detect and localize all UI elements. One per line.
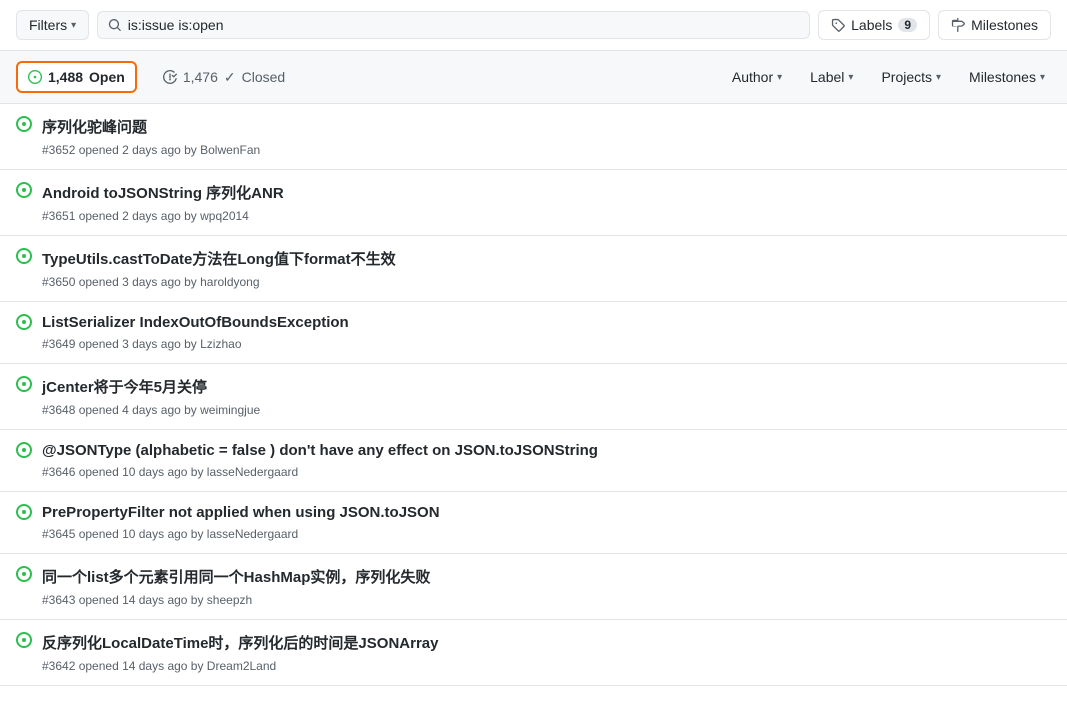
issue-title[interactable]: ListSerializer IndexOutOfBoundsException — [42, 314, 1051, 331]
issue-meta: #3643 opened 14 days ago by sheepzh — [42, 593, 252, 607]
projects-label: Projects — [881, 69, 932, 85]
tag-icon — [831, 18, 845, 32]
issue-title[interactable]: TypeUtils.castToDate方法在Long值下format不生效 — [42, 248, 1051, 269]
closed-issues-button[interactable]: 1,476 ✓ Closed — [153, 63, 295, 92]
table-row: @JSONType (alphabetic = false ) don't ha… — [0, 430, 1067, 492]
issue-meta: #3651 opened 2 days ago by wpq2014 — [42, 209, 249, 223]
issue-meta: #3648 opened 4 days ago by weimingjue — [42, 403, 260, 417]
issue-content: 序列化驼峰问题 #3652 opened 2 days ago by Bolwe… — [42, 116, 1051, 157]
toolbar: Filters ▾ Labels 9 Milestones — [0, 0, 1067, 51]
issue-meta: #3642 opened 14 days ago by Dream2Land — [42, 659, 276, 673]
open-issues-button[interactable]: 1,488 Open — [16, 61, 137, 93]
open-label: Open — [89, 69, 125, 85]
milestones-dropdown[interactable]: Milestones ▾ — [963, 65, 1051, 89]
closed-count: 1,476 — [183, 69, 218, 85]
issue-title[interactable]: 序列化驼峰问题 — [42, 116, 1051, 137]
issue-content: Android toJSONString 序列化ANR #3651 opened… — [42, 182, 1051, 223]
author-chevron-icon: ▾ — [777, 72, 782, 83]
label-label: Label — [810, 69, 844, 85]
open-issue-status-icon — [16, 504, 32, 520]
issue-title[interactable]: 反序列化LocalDateTime时，序列化后的时间是JSONArray — [42, 632, 1051, 653]
table-row: jCenter将于今年5月关停 #3648 opened 4 days ago … — [0, 364, 1067, 430]
milestone-icon — [951, 18, 965, 32]
open-issue-status-icon — [16, 248, 32, 264]
open-issue-status-icon — [16, 632, 32, 648]
search-bar — [97, 11, 810, 39]
issue-title[interactable]: Android toJSONString 序列化ANR — [42, 182, 1051, 203]
issues-header-left: 1,488 Open 1,476 ✓ Closed — [16, 61, 726, 93]
milestones-button[interactable]: Milestones — [938, 10, 1051, 40]
issues-header: 1,488 Open 1,476 ✓ Closed Author ▾ Label… — [0, 51, 1067, 104]
issue-title[interactable]: @JSONType (alphabetic = false ) don't ha… — [42, 442, 1051, 459]
issue-meta: #3650 opened 3 days ago by haroldyong — [42, 275, 260, 289]
milestones-chevron-icon: ▾ — [1040, 72, 1045, 83]
issue-content: jCenter将于今年5月关停 #3648 opened 4 days ago … — [42, 376, 1051, 417]
filters-button[interactable]: Filters ▾ — [16, 10, 89, 40]
check-icon: ✓ — [224, 69, 236, 86]
projects-dropdown[interactable]: Projects ▾ — [875, 65, 947, 89]
issue-content: 反序列化LocalDateTime时，序列化后的时间是JSONArray #36… — [42, 632, 1051, 673]
closed-issue-icon — [163, 70, 177, 84]
issue-meta: #3652 opened 2 days ago by BolwenFan — [42, 143, 260, 157]
filters-chevron-icon: ▾ — [71, 20, 76, 31]
issue-content: 同一个list多个元素引用同一个HashMap实例，序列化失败 #3643 op… — [42, 566, 1051, 607]
open-issue-icon — [28, 70, 42, 84]
table-row: 反序列化LocalDateTime时，序列化后的时间是JSONArray #36… — [0, 620, 1067, 686]
issue-title[interactable]: jCenter将于今年5月关停 — [42, 376, 1051, 397]
projects-chevron-icon: ▾ — [936, 72, 941, 83]
issue-meta: #3646 opened 10 days ago by lasseNederga… — [42, 465, 298, 479]
labels-label: Labels — [851, 17, 892, 33]
search-input[interactable] — [128, 17, 799, 33]
filters-label: Filters — [29, 17, 67, 33]
issue-content: TypeUtils.castToDate方法在Long值下format不生效 #… — [42, 248, 1051, 289]
issue-title[interactable]: PrePropertyFilter not applied when using… — [42, 504, 1051, 521]
issue-content: PrePropertyFilter not applied when using… — [42, 504, 1051, 541]
issue-content: ListSerializer IndexOutOfBoundsException… — [42, 314, 1051, 351]
open-count: 1,488 — [48, 69, 83, 85]
issue-meta: #3645 opened 10 days ago by lasseNederga… — [42, 527, 298, 541]
table-row: ListSerializer IndexOutOfBoundsException… — [0, 302, 1067, 364]
author-label: Author — [732, 69, 773, 85]
open-issue-status-icon — [16, 566, 32, 582]
issues-header-right: Author ▾ Label ▾ Projects ▾ Milestones ▾ — [726, 65, 1051, 89]
table-row: 同一个list多个元素引用同一个HashMap实例，序列化失败 #3643 op… — [0, 554, 1067, 620]
label-dropdown[interactable]: Label ▾ — [804, 65, 859, 89]
open-issue-status-icon — [16, 376, 32, 392]
issue-list: 序列化驼峰问题 #3652 opened 2 days ago by Bolwe… — [0, 104, 1067, 686]
author-dropdown[interactable]: Author ▾ — [726, 65, 788, 89]
table-row: TypeUtils.castToDate方法在Long值下format不生效 #… — [0, 236, 1067, 302]
labels-badge: 9 — [898, 18, 917, 32]
open-issue-status-icon — [16, 442, 32, 458]
labels-button[interactable]: Labels 9 — [818, 10, 930, 40]
open-issue-status-icon — [16, 116, 32, 132]
table-row: Android toJSONString 序列化ANR #3651 opened… — [0, 170, 1067, 236]
issue-meta: #3649 opened 3 days ago by Lzizhao — [42, 337, 242, 351]
label-chevron-icon: ▾ — [848, 72, 853, 83]
open-issue-status-icon — [16, 182, 32, 198]
milestones-label: Milestones — [971, 17, 1038, 33]
table-row: PrePropertyFilter not applied when using… — [0, 492, 1067, 554]
milestones-filter-label: Milestones — [969, 69, 1036, 85]
search-icon — [108, 18, 122, 32]
issue-content: @JSONType (alphabetic = false ) don't ha… — [42, 442, 1051, 479]
issue-title[interactable]: 同一个list多个元素引用同一个HashMap实例，序列化失败 — [42, 566, 1051, 587]
closed-label: Closed — [242, 69, 286, 85]
table-row: 序列化驼峰问题 #3652 opened 2 days ago by Bolwe… — [0, 104, 1067, 170]
open-issue-status-icon — [16, 314, 32, 330]
